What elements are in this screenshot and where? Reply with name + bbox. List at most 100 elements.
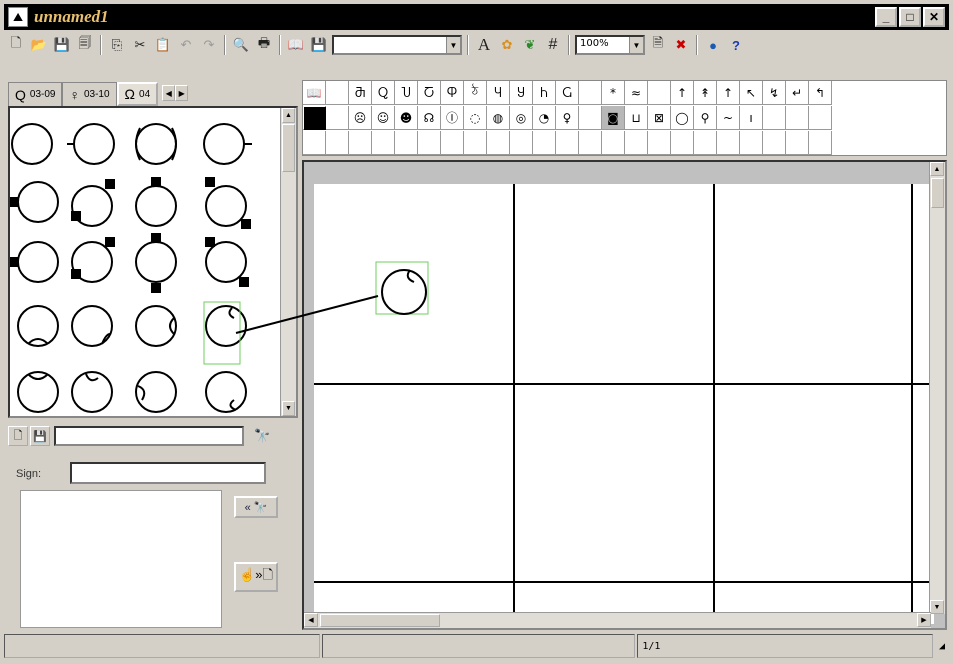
globe-icon[interactable]: ● [703, 35, 723, 55]
open-folder-icon[interactable]: 📂 [29, 35, 49, 55]
palette-symbol[interactable]: ☊ [418, 106, 441, 130]
cut-icon[interactable]: ✂ [130, 35, 150, 55]
new-sign-icon[interactable]: 🗋 [8, 426, 28, 446]
close-button[interactable]: ✕ [923, 7, 945, 27]
palette-symbol[interactable]: * [602, 81, 625, 105]
palette-symbol[interactable]: ◌ [464, 106, 487, 130]
palette-symbol[interactable]: Ⴚ [556, 81, 579, 105]
tab-03-09[interactable]: Q 03-09 [8, 82, 63, 106]
palette-symbol[interactable]: Ⓘ [441, 106, 464, 130]
palette-symbol[interactable] [763, 131, 786, 155]
maximize-button[interactable]: □ [899, 7, 921, 27]
paste-icon[interactable]: 📋 [153, 35, 173, 55]
book-icon[interactable]: 📖 [286, 35, 306, 55]
new-file-icon[interactable]: 🗋 [6, 35, 26, 55]
font-icon[interactable]: A [474, 35, 494, 55]
symbol-item[interactable] [205, 237, 249, 287]
palette-symbol[interactable]: ◎ [510, 106, 533, 130]
symbol-item[interactable] [71, 237, 115, 283]
palette-symbol[interactable]: ⊔ [625, 106, 648, 130]
palette-symbol[interactable] [326, 81, 349, 105]
palette-symbol[interactable]: Ⴋ [349, 81, 372, 105]
palette-symbol[interactable] [418, 131, 441, 155]
palette-symbol[interactable]: ↟ [694, 81, 717, 105]
palette-symbol[interactable] [303, 131, 326, 155]
palette-symbol[interactable] [579, 106, 602, 130]
symbol-item[interactable] [71, 371, 113, 413]
binoculars-icon[interactable]: 🔭 [254, 428, 270, 444]
canvas-vertical-scrollbar[interactable]: ▲ ▼ [929, 162, 945, 614]
chevron-down-icon[interactable]: ▼ [446, 37, 460, 53]
canvas-horizontal-scrollbar[interactable]: ◀ ▶ [304, 612, 931, 628]
palette-symbol[interactable]: Ⴎ [395, 81, 418, 105]
undo-icon[interactable]: ↶ [176, 35, 196, 55]
palette-symbol[interactable] [556, 131, 579, 155]
symbol-item[interactable] [135, 371, 177, 413]
palette-symbol[interactable] [740, 131, 763, 155]
palette-color-swatch[interactable] [304, 107, 326, 130]
palette-symbol[interactable]: ⚲ [694, 106, 717, 130]
scroll-down-button[interactable]: ▼ [930, 600, 944, 614]
sign-search-input[interactable] [54, 426, 244, 446]
palette-symbol[interactable] [464, 131, 487, 155]
sign-field[interactable] [70, 462, 266, 484]
tab-03-10[interactable]: ♀ 03-10 [62, 82, 117, 106]
tab-04[interactable]: Ω 04 [116, 82, 159, 106]
print-preview-icon[interactable]: 🔍 [231, 35, 251, 55]
tab-scroll-left-button[interactable]: ◀ [162, 85, 176, 101]
palette-symbol[interactable]: ≈ [625, 81, 648, 105]
title-bar[interactable]: ⛰ unnamed1 _ □ ✕ [4, 4, 949, 30]
palette-symbol[interactable]: ◔ [533, 106, 556, 130]
symbol-item[interactable] [203, 123, 252, 165]
palette-symbol[interactable]: Ⴔ [441, 81, 464, 105]
palette-symbol[interactable] [510, 131, 533, 155]
palette-symbol[interactable] [786, 131, 809, 155]
symbol-item[interactable] [10, 241, 59, 283]
palette-symbol[interactable]: ↰ [809, 81, 832, 105]
palette-symbol[interactable] [395, 131, 418, 155]
resize-grip-icon[interactable]: ◢ [935, 634, 949, 658]
redo-icon[interactable]: ↷ [199, 35, 219, 55]
symbol-item[interactable] [10, 181, 59, 223]
palette-symbol[interactable]: ◙ [602, 106, 625, 130]
document-canvas[interactable]: ▲ ▼ ◀ ▶ [302, 160, 947, 630]
sign-results-list[interactable] [20, 490, 222, 628]
symbol-item[interactable] [135, 123, 177, 165]
palette-symbol[interactable]: ~ [717, 106, 740, 130]
scroll-up-button[interactable]: ▲ [282, 108, 295, 123]
symbol-item[interactable] [205, 371, 247, 413]
symbol-item[interactable] [17, 305, 59, 347]
palette-symbol[interactable] [694, 131, 717, 155]
palette-symbol[interactable]: ♀ [556, 106, 579, 130]
placed-symbol[interactable] [381, 269, 427, 315]
palette-symbol[interactable]: ↵ [786, 81, 809, 105]
symbol-item[interactable] [11, 123, 53, 165]
symbol-item[interactable] [135, 177, 177, 227]
palette-symbol[interactable]: ↑ [717, 81, 740, 105]
scroll-down-button[interactable]: ▼ [282, 401, 295, 416]
palette-symbol[interactable]: ☹ [349, 106, 372, 130]
save-all-icon[interactable]: 🗐 [75, 35, 95, 55]
palette-symbol[interactable] [648, 131, 671, 155]
delete-icon[interactable]: ✖ [671, 35, 691, 55]
save-icon[interactable]: 💾 [52, 35, 72, 55]
palette-symbol[interactable] [326, 106, 349, 130]
palette-symbol[interactable] [349, 131, 372, 155]
save-sign-icon[interactable]: 💾 [30, 426, 50, 446]
tab-scroll-right-button[interactable]: ▶ [175, 85, 189, 101]
palette-symbol[interactable]: ı [740, 106, 763, 130]
chevron-down-icon[interactable]: ▼ [629, 37, 643, 53]
palette-symbol[interactable]: ☺ [372, 106, 395, 130]
palette-symbol[interactable]: Ⴀ [418, 81, 441, 105]
palette-symbol[interactable] [809, 131, 832, 155]
palette-symbol[interactable]: ↑ [671, 81, 694, 105]
palette-symbol[interactable]: 📖 [303, 81, 326, 105]
palette-symbol[interactable]: Ⴗ [487, 81, 510, 105]
tree-icon[interactable]: ❦ [520, 35, 540, 55]
palette-icon[interactable]: ✿ [497, 35, 517, 55]
grid-icon[interactable]: # [543, 35, 563, 55]
palette-symbol[interactable]: ⊠ [648, 106, 671, 130]
symbol-item[interactable] [71, 305, 113, 347]
palette-symbol[interactable] [372, 131, 395, 155]
palette-symbol[interactable] [533, 131, 556, 155]
